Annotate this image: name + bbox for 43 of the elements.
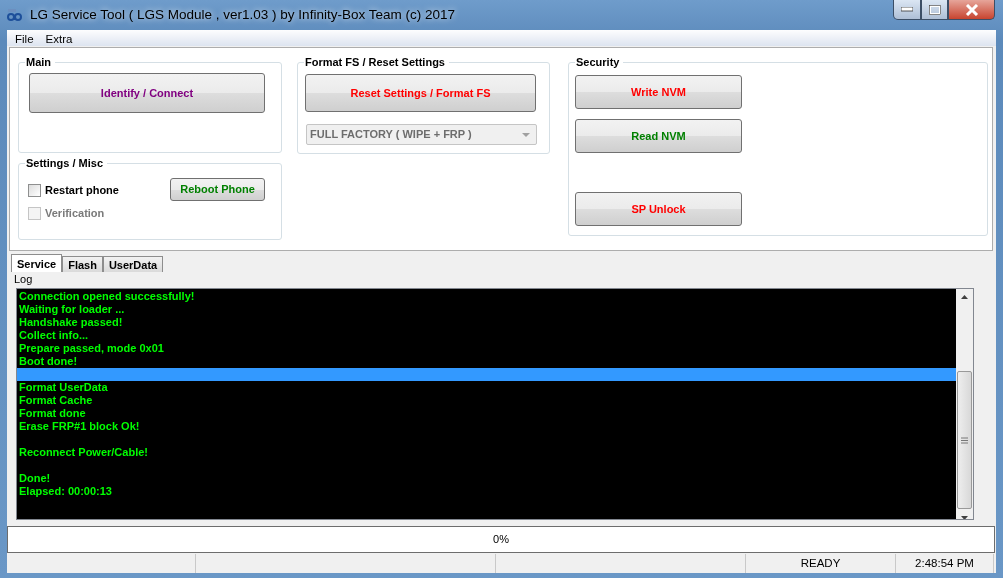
log-line: Format Cache [18,394,94,407]
progress-text: 0% [493,532,509,548]
checkbox[interactable] [28,183,41,197]
action-button[interactable]: Reboot Phone [170,178,265,201]
log-line: Format UserData [18,381,109,394]
status-text: READY [746,554,896,573]
action-button[interactable]: Read NVM [575,119,742,153]
log-line: Collect info... [18,329,90,342]
log-line: Waiting for loader ... [18,303,126,316]
checkbox-label: Verification [45,206,105,221]
checkbox-label: Restart phone [45,183,119,198]
group-title: Main [25,55,56,69]
menu-item[interactable]: Extra [39,30,79,46]
log-line: Handshake passed! [18,316,124,329]
minimize-icon [901,7,913,12]
tab[interactable]: UserData [102,256,164,272]
app-logo-icon [6,8,24,22]
log-line: Format done [18,407,87,420]
maximize-button[interactable] [921,0,948,20]
group-title: Format FS / Reset Settings [304,55,449,69]
close-icon [964,3,979,16]
close-button[interactable] [948,0,995,20]
log-line: Reconnect Power/Cable! [18,446,149,459]
log-line: Prepare passed, mode 0x01 [18,342,165,355]
action-button[interactable]: Identify / Connect [29,73,265,113]
scrollbar[interactable] [956,289,973,519]
tab[interactable]: Service [11,254,63,272]
group-title: Settings / Misc [25,156,108,170]
dropdown-arrow-icon [522,132,530,137]
window-title: LG Service Tool ( LGS Module , ver1.03 ) by Infinity-Box Team (c) 2017 [30,5,455,24]
log-line: Elapsed: 00:00:13 [18,485,113,498]
log-line: Erase FRP#1 block Ok! [18,420,141,433]
menu-item[interactable]: File [9,30,40,46]
group-title: Security [575,55,624,69]
minimize-button[interactable] [893,0,921,20]
tab[interactable]: Flash [62,256,103,272]
log-label: Log [13,272,34,287]
status-time: 2:48:54 PM [896,554,994,573]
log-line: Done! [18,472,52,485]
log-line: Connection opened successfully! [18,290,196,303]
log-line: Boot done! [18,355,79,368]
maximize-icon [928,4,941,15]
scroll-thumb[interactable] [957,371,972,509]
